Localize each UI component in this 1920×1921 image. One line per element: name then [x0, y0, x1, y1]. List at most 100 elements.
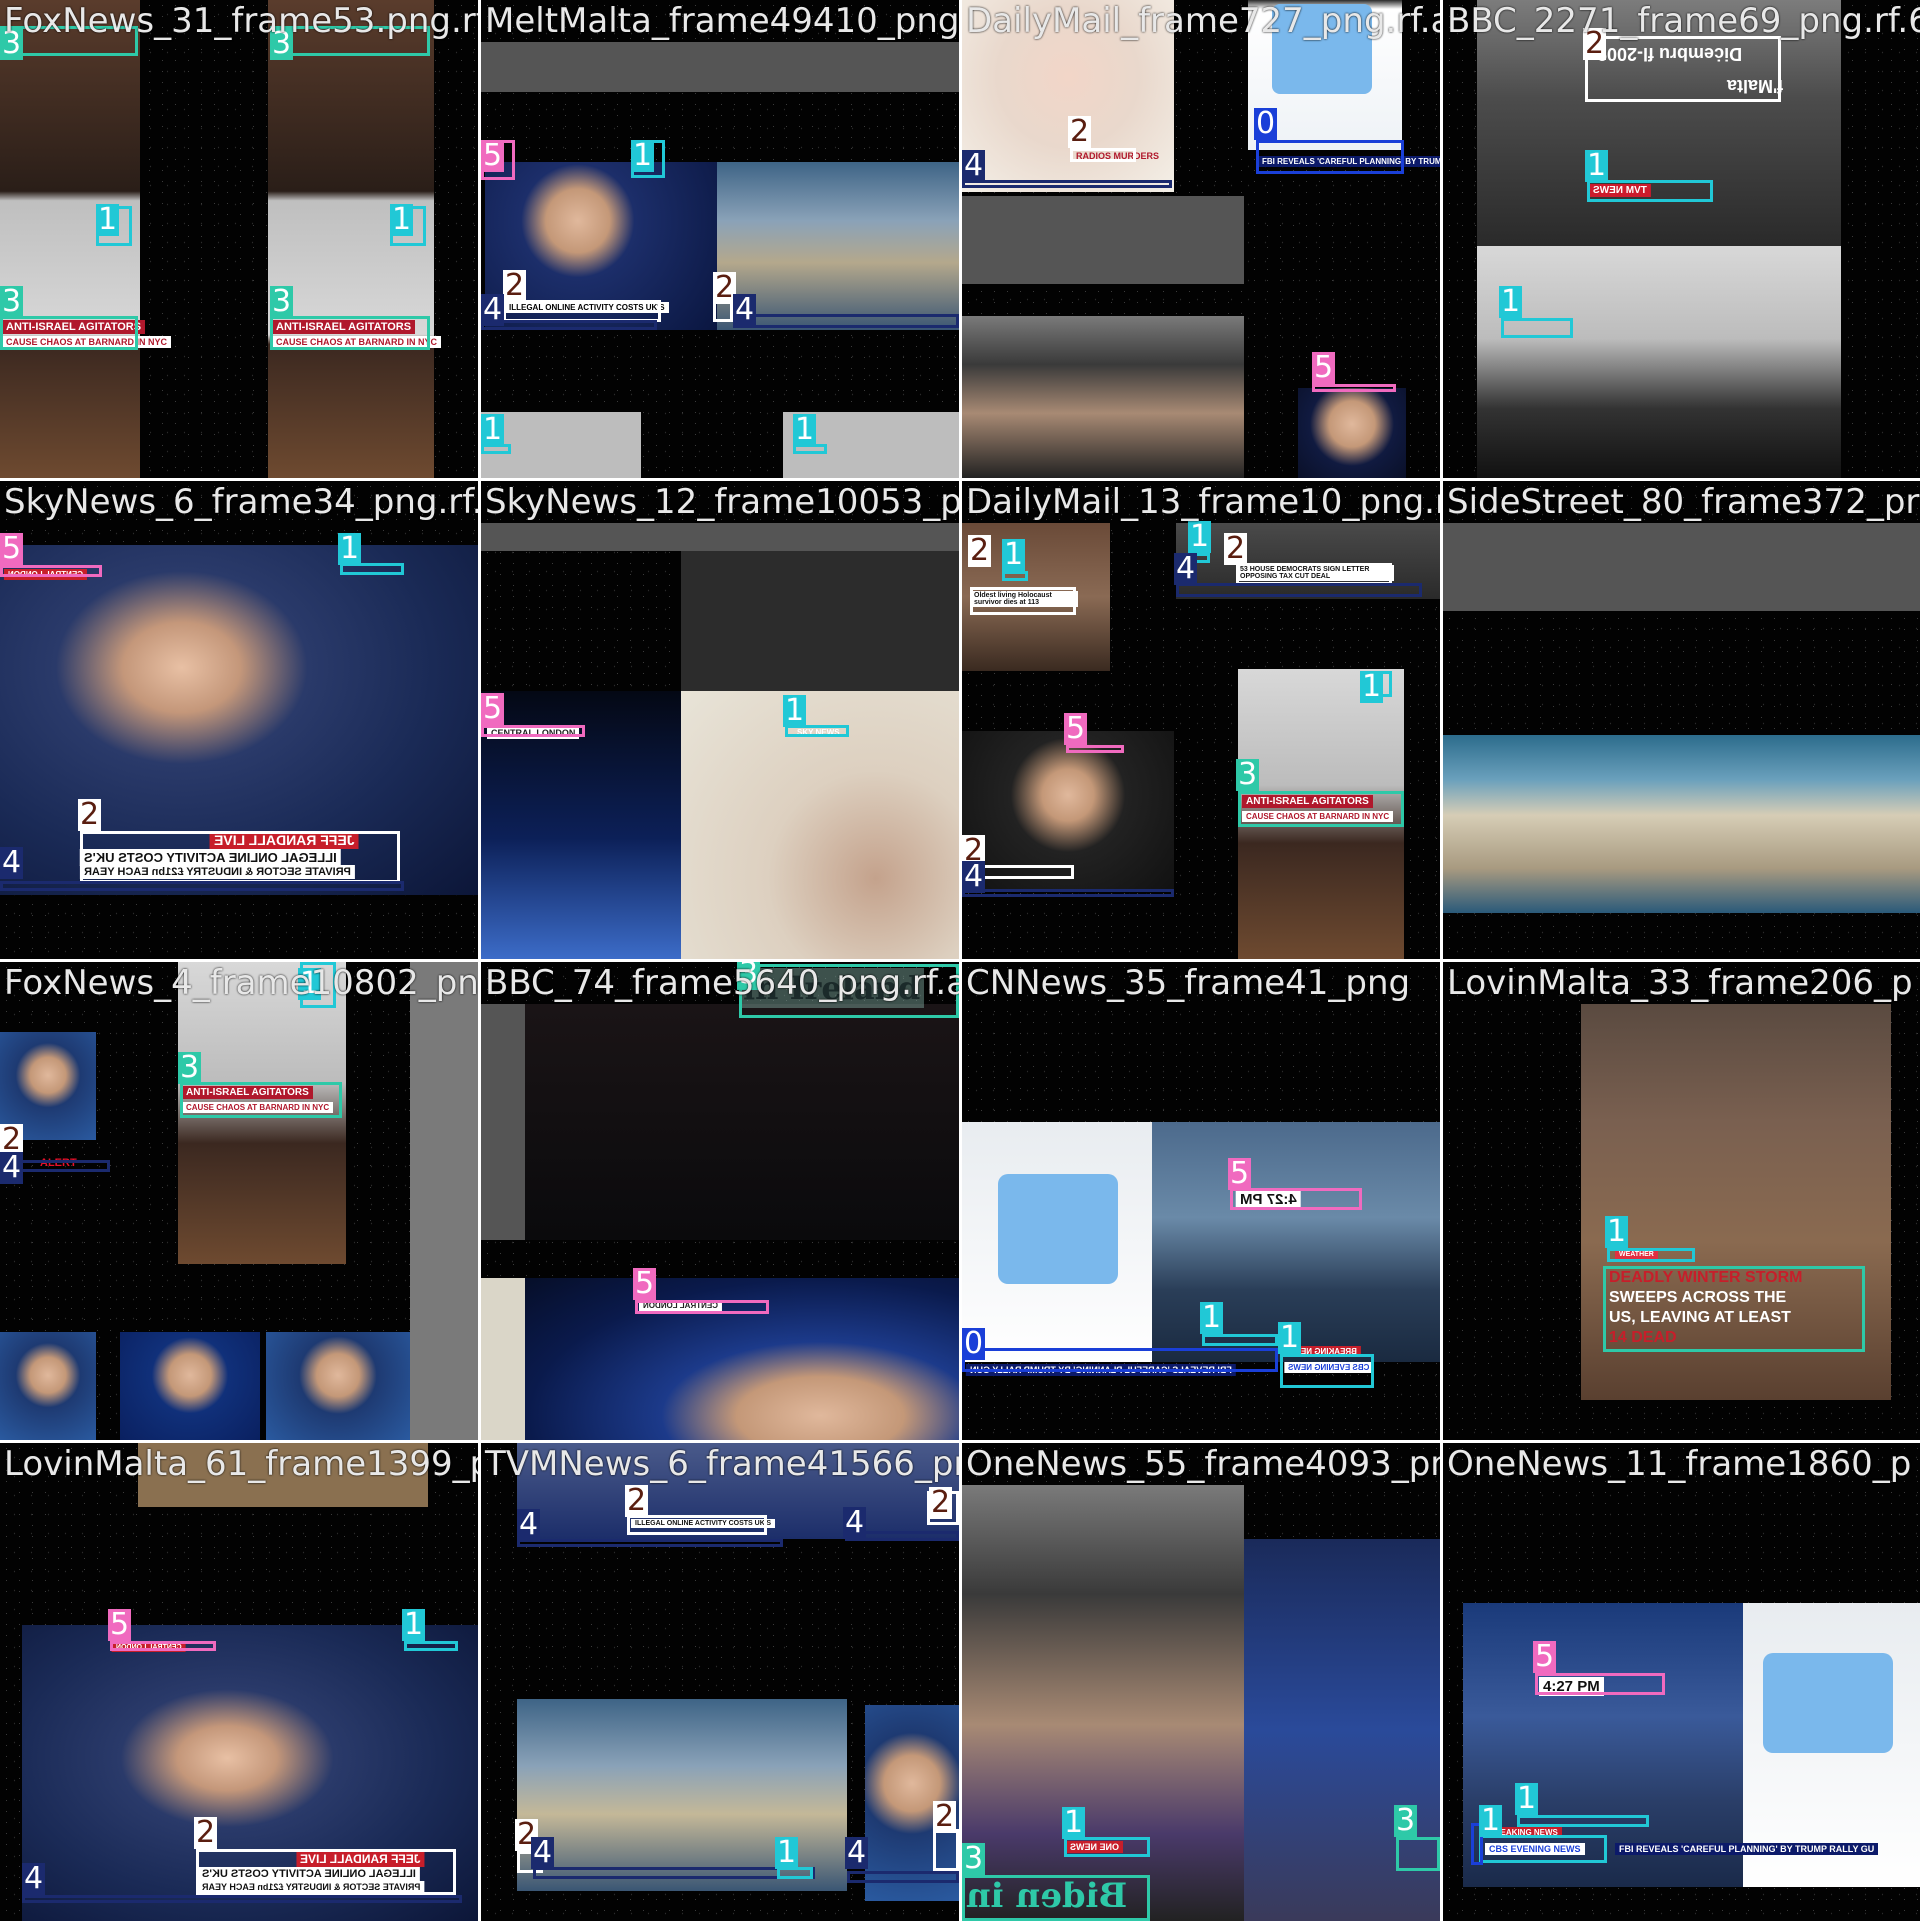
tile-title: LovinMalta_61_frame1399_png — [4, 1444, 478, 1484]
bbox-1 — [1280, 1354, 1374, 1388]
gray-band — [1443, 523, 1920, 611]
bbox-1 — [1501, 318, 1573, 338]
label-2: 2 — [1224, 531, 1248, 566]
bbox-2 — [80, 831, 400, 883]
paper-image — [481, 1278, 525, 1440]
gray-band — [481, 523, 959, 551]
anchor-image — [0, 1332, 96, 1440]
bbox-1 — [1064, 1837, 1150, 1857]
phone-bubble — [998, 1174, 1118, 1284]
label-1: 1 — [1479, 1803, 1503, 1838]
label-1: 1 — [783, 693, 807, 728]
crowd-image — [962, 316, 1244, 478]
label-5: 5 — [1312, 350, 1336, 385]
label-2: 2 — [503, 268, 527, 303]
bbox-5 — [0, 565, 102, 577]
tile-title: SideStreet_80_frame372_pr — [1447, 482, 1920, 522]
label-3: 3 — [270, 284, 294, 319]
label-4: 4 — [962, 148, 986, 183]
gray-band — [481, 1004, 525, 1240]
bbox-3 — [0, 316, 138, 350]
tile-skynews-6: JEFF RANDALL LIVE ILLEGAL ONLINE ACTIVIT… — [0, 481, 478, 959]
bbox-4 — [0, 881, 404, 891]
label-2: 2 — [933, 1799, 957, 1834]
bbox-5 — [1066, 745, 1124, 753]
label-2: 2 — [929, 1485, 953, 1520]
bbox-1 — [1587, 180, 1713, 202]
label-2: 2 — [625, 1483, 649, 1518]
label-3: 3 — [1236, 757, 1260, 792]
phone-bubble — [1763, 1653, 1893, 1753]
bbox-1 — [1002, 571, 1028, 581]
tile-meltmalta: ILLEGAL ONLINE ACTIVITY COSTS UK'S 5 1 2… — [481, 0, 959, 478]
bbox-4 — [517, 1539, 783, 1547]
tile-lovinmalta-33: WEATHER DEADLY WINTER STORM SWEEPS ACROS… — [1443, 962, 1920, 1440]
label-0: 0 — [962, 1326, 986, 1361]
label-1: 1 — [338, 531, 362, 566]
bbox-0 — [962, 1348, 1278, 1372]
tile-title: MeltMalta_frame49410_png.rf.6a — [485, 1, 959, 41]
label-5: 5 — [1533, 1639, 1557, 1674]
label-3: 3 — [1394, 1803, 1418, 1838]
tile-title: FoxNews_4_frame10802_png — [4, 963, 478, 1003]
bbox-4 — [533, 1867, 815, 1879]
bbox-4 — [962, 180, 1172, 188]
label-1: 1 — [1499, 284, 1523, 319]
label-4: 4 — [962, 859, 986, 894]
tile-foxnews-4: ANTI-ISRAEL AGITATORS CAUSE CHAOS AT BAR… — [0, 962, 478, 1440]
tile-title: SkyNews_6_frame34_png.rf.sk — [4, 482, 478, 522]
tile-bbc-74: in Ireland CENTRAL LONDON 3 5 BBC_74_fra… — [481, 962, 959, 1440]
bbox-2 — [1585, 36, 1781, 102]
label-1: 1 — [1585, 148, 1609, 183]
tile-bbc-2271: Diċembru fl-2009 f'Malta TVM NEWS 2 1 1 … — [1443, 0, 1920, 478]
label-4: 4 — [0, 845, 24, 880]
tile-title: BBC_2271_frame69_png.rf.6 — [1447, 1, 1920, 41]
tile-cnnews-35: 4:27 PM FBI REVEALS 'CAREFUL PLANNING' B… — [962, 962, 1440, 1440]
bbox-1 — [404, 1641, 458, 1651]
label-1: 1 — [1002, 537, 1026, 572]
bbox-5 — [1230, 1188, 1362, 1210]
tile-lovinmalta-61: JEFF RANDALL LIVE ILLEGAL ONLINE ACTIVIT… — [0, 1443, 478, 1921]
tile-title: FoxNews_31_frame53.png.rf.f4dd40137f173 — [4, 1, 478, 41]
bbox-4 — [962, 889, 1174, 897]
bbox-1 — [1202, 1334, 1278, 1346]
tile-dailymail-727: RADIOS MURDERS FBI REVEALS 'CAREFUL PLAN… — [962, 0, 1440, 478]
label-4: 4 — [22, 1861, 46, 1896]
gray-band — [962, 196, 1244, 284]
caption: FBI REVEALS 'CAREFUL PLANNING' BY TRUMP … — [1615, 1843, 1879, 1855]
bbox-2 — [503, 300, 661, 322]
tile-tvmnews-6: ILLEGAL ONLINE ACTIVITY COSTS UK'S 2 4 2… — [481, 1443, 959, 1921]
gray-band — [410, 962, 478, 1440]
tile-title: BBC_74_frame5640_png.rf.a — [485, 963, 959, 1003]
anchor-image — [266, 1332, 410, 1440]
bbox-5 — [1312, 384, 1396, 392]
label-4: 4 — [845, 1835, 869, 1870]
label-4: 4 — [843, 1505, 867, 1540]
label-1: 1 — [1515, 1781, 1539, 1816]
label-1: 1 — [775, 1835, 799, 1870]
label-1: 1 — [1605, 1214, 1629, 1249]
protest-image — [1477, 246, 1841, 478]
dark-room — [525, 1004, 959, 1240]
tile-skynews-12: CENTRAL LONDON SKY NEWS 5 1 SkyNews_12_f… — [481, 481, 959, 959]
label-4: 4 — [481, 292, 505, 327]
label-2: 2 — [78, 797, 102, 832]
mosaic-grid: ANTI-ISRAEL AGITATORS CAUSE CHAOS AT BAR… — [0, 0, 1920, 1921]
bbox-3 — [962, 1875, 1150, 1921]
bbox-2 — [627, 1515, 767, 1535]
bbox-3 — [270, 316, 430, 350]
label-3: 3 — [962, 1841, 986, 1876]
label-5: 5 — [633, 1266, 657, 1301]
label-1: 1 — [1062, 1805, 1086, 1840]
tile-onenews-55: Biden in ONE NEWS 1 3 3 OneNews_55_frame… — [962, 1443, 1440, 1921]
label-3: 3 — [178, 1050, 202, 1085]
label-1: 1 — [1278, 1320, 1302, 1355]
bbox-5 — [1535, 1673, 1665, 1695]
bbox-2 — [933, 1829, 959, 1871]
tile-title: DailyMail_frame727_png.rf.a6a — [966, 1, 1440, 41]
tile-title: CNNews_35_frame41_png — [966, 963, 1411, 1003]
label-1: 1 — [631, 138, 655, 173]
tile-title: DailyMail_13_frame10_png.rf — [966, 482, 1440, 522]
bbox-1 — [1517, 1815, 1649, 1827]
tile-sidestreet-80: SideStreet_80_frame372_pr — [1443, 481, 1920, 959]
